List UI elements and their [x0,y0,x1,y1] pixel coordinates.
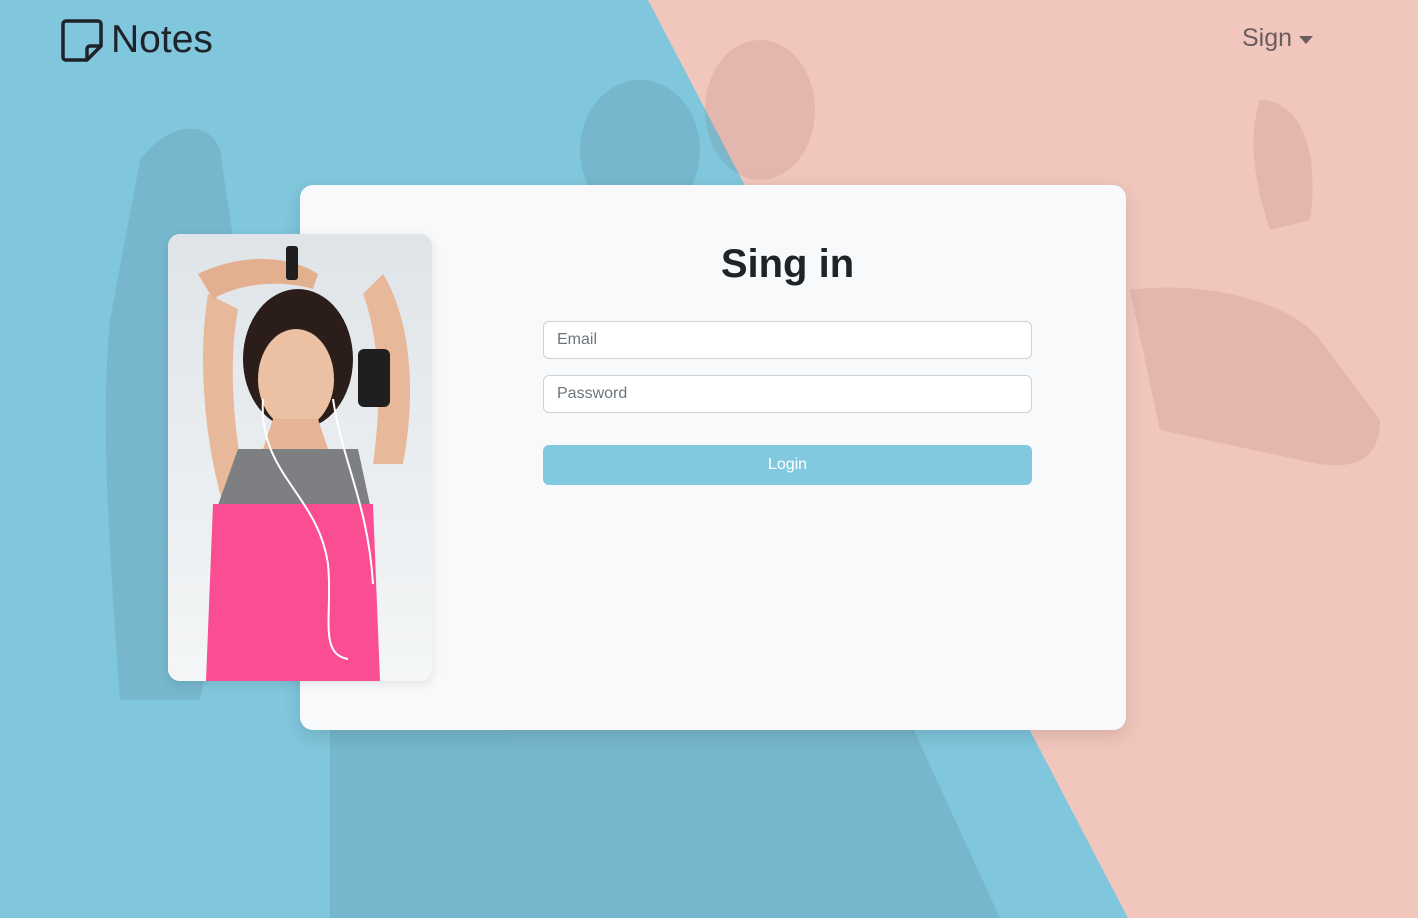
login-button[interactable]: Login [543,445,1032,485]
brand-name: Notes [111,18,213,61]
email-input[interactable] [543,321,1032,359]
caret-down-icon [1299,35,1314,44]
navbar: Notes Sign [0,0,1418,84]
fitness-photo [168,234,432,681]
brand-link[interactable]: Notes [60,16,213,64]
sign-dropdown-label: Sign [1242,24,1293,52]
password-input[interactable] [543,375,1032,413]
sticky-note-icon [60,18,104,62]
page: Notes Sign Sing in Email Login [0,0,1418,918]
sign-dropdown[interactable]: Sign [1242,24,1314,53]
page-title: Sing in [720,242,855,286]
